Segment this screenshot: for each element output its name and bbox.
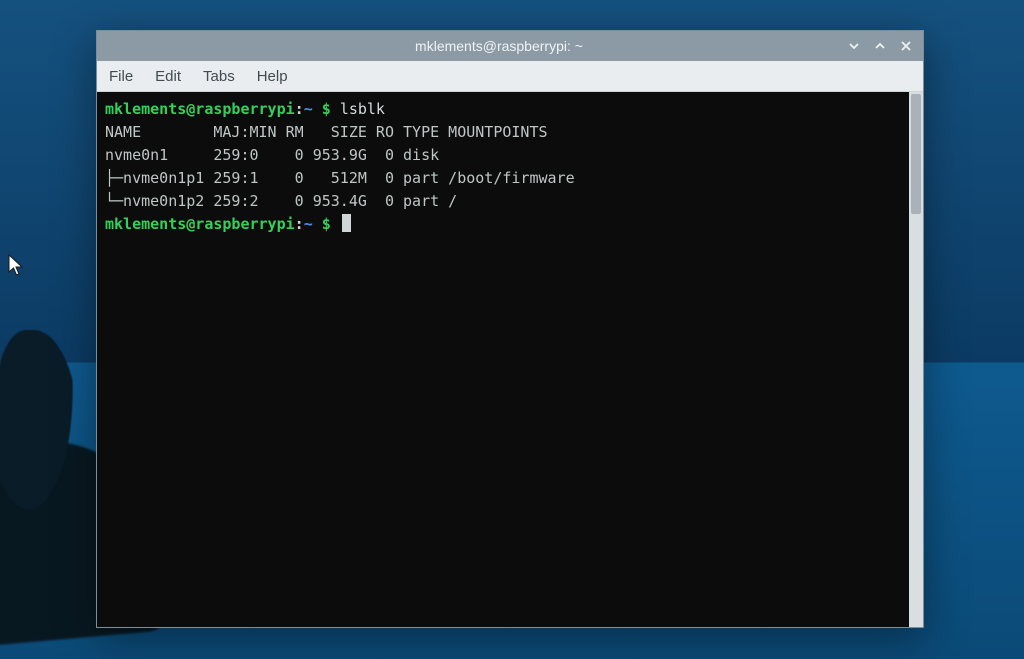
prompt-path: ~ <box>304 100 313 118</box>
minimize-button[interactable] <box>847 39 861 53</box>
window-titlebar[interactable]: mklements@raspberrypi: ~ <box>97 31 923 61</box>
terminal-window: mklements@raspberrypi: ~ File Edit Tabs … <box>96 30 924 628</box>
mouse-cursor-icon <box>8 254 24 278</box>
wallpaper-shape <box>0 330 80 530</box>
scrollbar-thumb[interactable] <box>911 94 921 214</box>
lsblk-row: nvme0n1 259:0 0 953.9G 0 disk <box>105 146 448 164</box>
lsblk-header: NAME MAJ:MIN RM SIZE RO TYPE MOUNTPOINTS <box>105 123 548 141</box>
prompt-symbol: $ <box>322 100 331 118</box>
prompt-user-host: mklements@raspberrypi <box>105 215 295 233</box>
window-title: mklements@raspberrypi: ~ <box>157 38 841 54</box>
menu-file[interactable]: File <box>107 66 135 87</box>
terminal-output[interactable]: mklements@raspberrypi:~ $ lsblk NAME MAJ… <box>97 92 909 627</box>
text-cursor <box>342 214 351 232</box>
prompt-symbol: $ <box>322 215 331 233</box>
scrollbar[interactable] <box>909 92 923 627</box>
lsblk-row: └─nvme0n1p2 259:2 0 953.4G 0 part / <box>105 192 457 210</box>
command-text: lsblk <box>340 100 385 118</box>
prompt-separator: : <box>295 215 304 233</box>
menubar: File Edit Tabs Help <box>97 61 923 92</box>
menu-tabs[interactable]: Tabs <box>201 66 237 87</box>
menu-help[interactable]: Help <box>255 66 290 87</box>
desktop: mklements@raspberrypi: ~ File Edit Tabs … <box>0 0 1024 659</box>
maximize-button[interactable] <box>873 39 887 53</box>
prompt-path: ~ <box>304 215 313 233</box>
prompt-user-host: mklements@raspberrypi <box>105 100 295 118</box>
lsblk-row: ├─nvme0n1p1 259:1 0 512M 0 part /boot/fi… <box>105 169 575 187</box>
prompt-separator: : <box>295 100 304 118</box>
menu-edit[interactable]: Edit <box>153 66 183 87</box>
close-button[interactable] <box>899 39 913 53</box>
